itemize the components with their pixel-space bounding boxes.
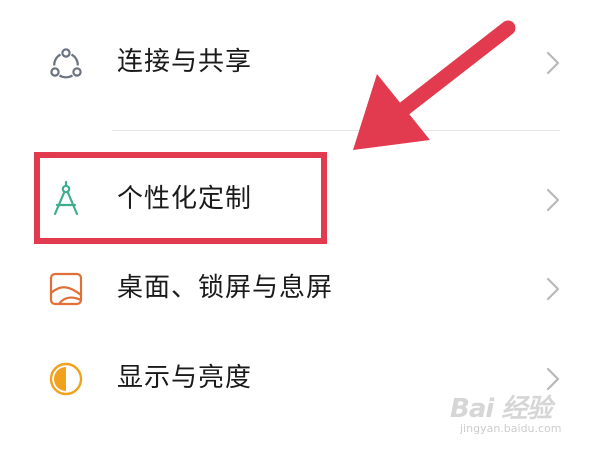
section-divider — [112, 130, 560, 131]
settings-item-label: 桌面、锁屏与息屏 — [117, 273, 334, 303]
watermark-logo: Bai 经验 — [450, 394, 552, 424]
baidu-watermark: Bai 经验 jingyan.baidu.com — [450, 388, 590, 444]
settings-item-connection-sharing[interactable]: 连接与共享 — [0, 28, 600, 98]
chevron-right-icon — [545, 50, 561, 76]
wallpaper-icon — [46, 269, 86, 309]
chevron-right-icon — [545, 276, 561, 302]
settings-item-label: 连接与共享 — [117, 47, 253, 77]
settings-item-desktop-lockscreen[interactable]: 桌面、锁屏与息屏 — [0, 254, 600, 324]
settings-screen: 连接与共享 个性化定制 桌面、锁屏与息屏 显示与亮度 Bai 经验 jingya… — [0, 0, 600, 450]
watermark-url: jingyan.baidu.com — [460, 422, 562, 435]
share-nodes-icon — [46, 43, 86, 83]
highlight-box — [34, 152, 327, 244]
chevron-right-icon — [545, 187, 561, 213]
settings-item-label: 显示与亮度 — [117, 363, 253, 393]
brightness-icon — [46, 359, 86, 399]
